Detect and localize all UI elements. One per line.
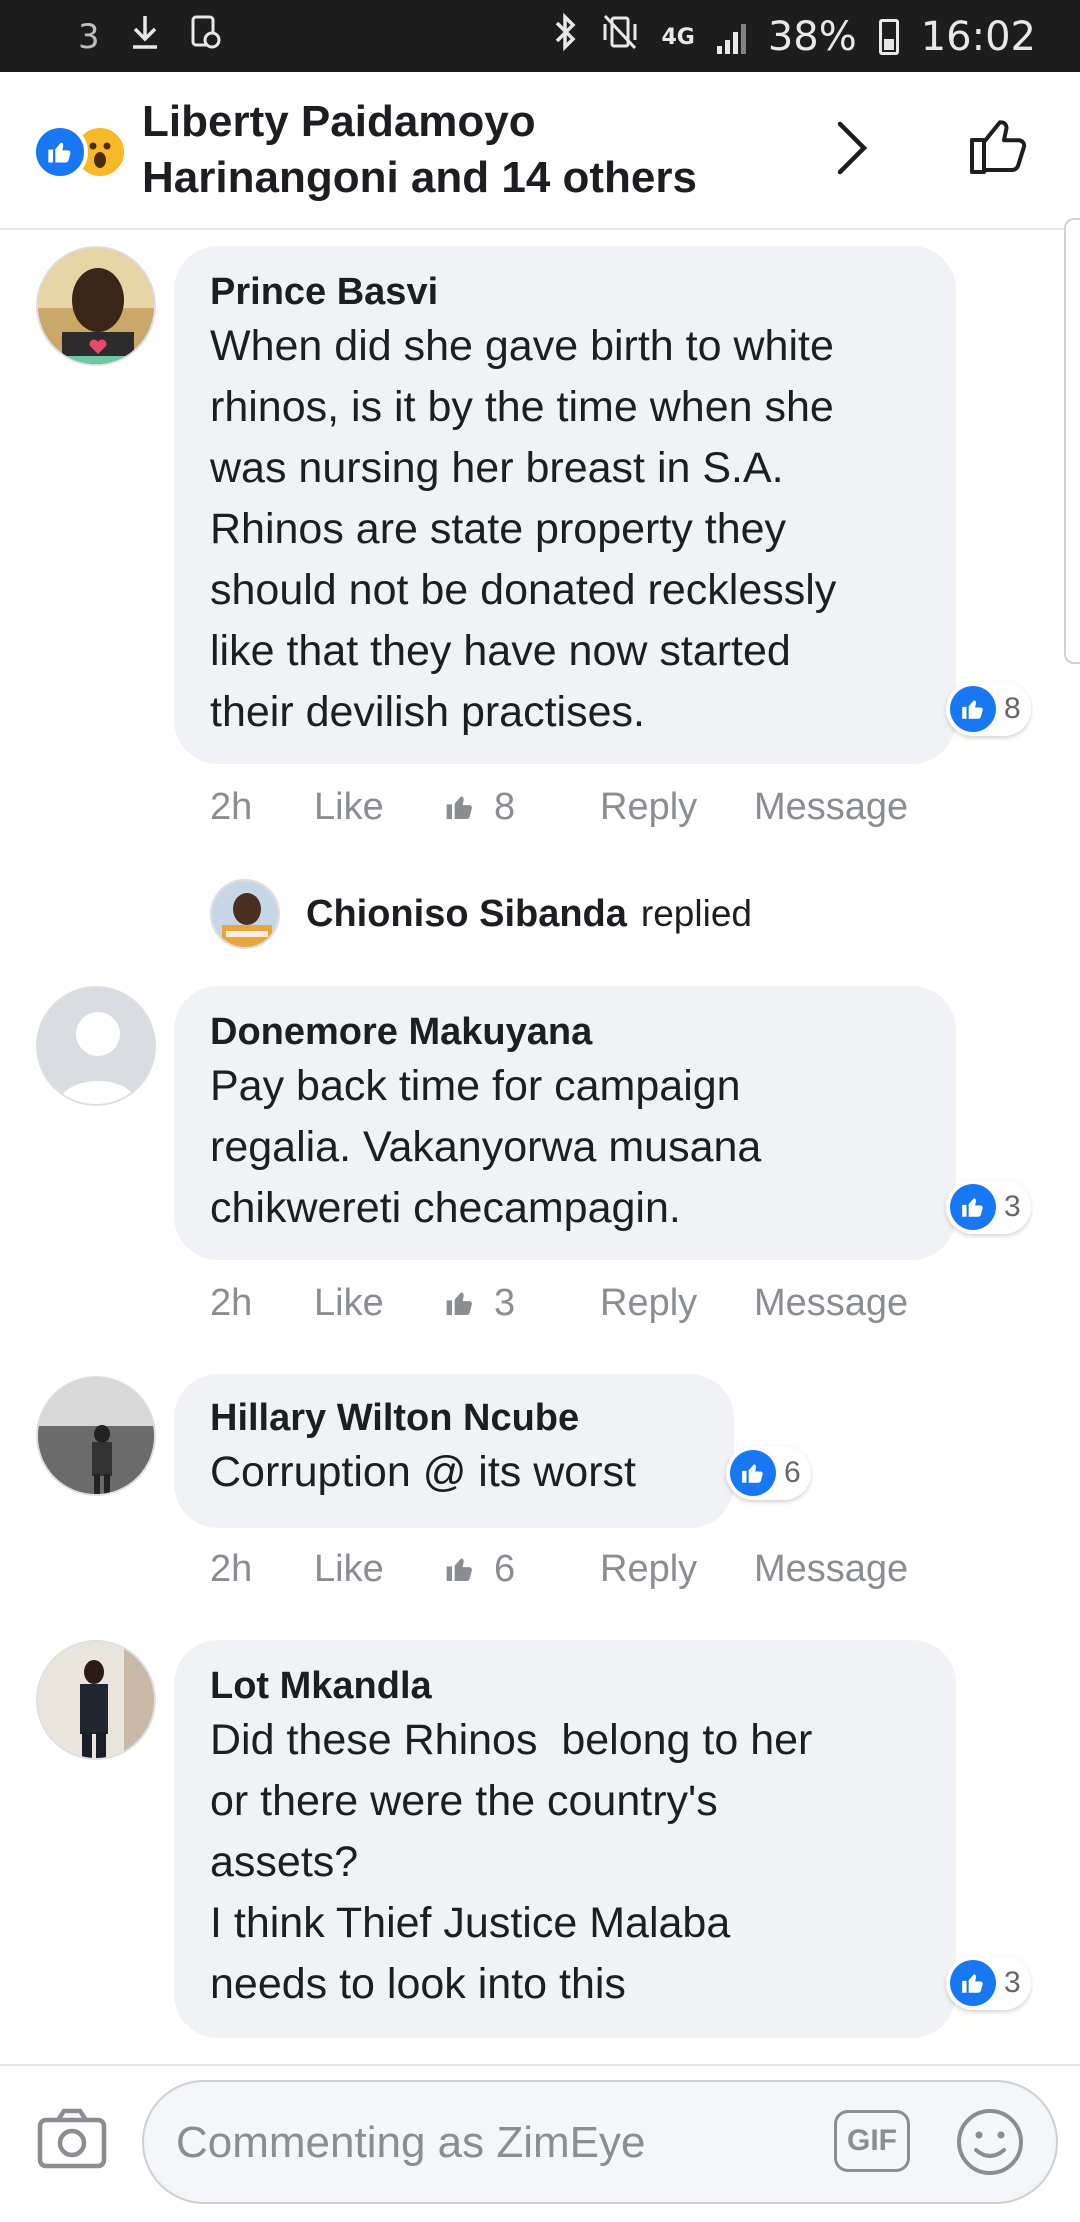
like-reaction-icon xyxy=(730,1450,776,1496)
message-link[interactable]: Message xyxy=(754,786,908,829)
comment-actions: 2h Like 8 Reply Message xyxy=(210,782,908,832)
reply-word: replied xyxy=(640,893,752,934)
like-count-number: 6 xyxy=(494,1547,516,1590)
comment-input-box[interactable]: GIF xyxy=(142,2080,1058,2204)
reply-link[interactable]: Reply xyxy=(600,786,754,829)
header-title[interactable]: Liberty Paidamoyo Harinangoni and 14 oth… xyxy=(142,94,782,206)
reaction-count: 8 xyxy=(1004,692,1021,725)
comment-text: When did she gave birth to white rhinos,… xyxy=(210,316,920,743)
like-count[interactable]: 3 xyxy=(444,1282,600,1325)
reaction-count: 3 xyxy=(1004,1966,1021,1999)
comment-bubble[interactable]: Hillary Wilton Ncube Corruption @ its wo… xyxy=(174,1374,734,1528)
comment-line: was nursing her breast in S.A. xyxy=(210,444,784,492)
reply-link[interactable]: Reply xyxy=(600,1282,754,1325)
comment-time: 2h xyxy=(210,1547,253,1590)
comment-line: Rhinos are state property they xyxy=(210,505,787,553)
comment-line: their devilish practises. xyxy=(210,688,645,736)
like-count-number: 3 xyxy=(494,1281,516,1324)
comment-line: I think Thief Justice Malaba xyxy=(210,1899,731,1947)
like-reaction-icon xyxy=(32,124,88,180)
like-count[interactable]: 8 xyxy=(444,786,600,829)
comment-line: assets? xyxy=(210,1838,359,1886)
comment-author[interactable]: Donemore Makuyana xyxy=(210,1008,920,1056)
avatar-donemore-makuyana[interactable] xyxy=(36,986,156,1106)
comment-line: Did these Rhinos belong to her xyxy=(210,1716,813,1764)
comment-line: like that they have now started xyxy=(210,627,791,675)
avatar-lot-mkandla[interactable] xyxy=(36,1640,156,1760)
like-reaction-icon xyxy=(950,1184,996,1230)
comment-actions: 2h Like 6 Reply Message xyxy=(210,1544,908,1594)
carrier-icon: 3 xyxy=(78,16,100,57)
like-count[interactable]: 6 xyxy=(444,1548,600,1591)
comment-author[interactable]: Lot Mkandla xyxy=(210,1662,920,1710)
comment-text: Pay back time for campaign regalia. Vaka… xyxy=(210,1056,920,1239)
comment-line: rhinos, is it by the time when she xyxy=(210,383,834,431)
comment-line: or there were the country's xyxy=(210,1777,718,1825)
comment-bubble[interactable]: Donemore Makuyana Pay back time for camp… xyxy=(174,986,956,1260)
like-reaction-icon xyxy=(950,686,996,732)
like-reaction-icon xyxy=(950,1960,996,2006)
comment-bubble[interactable]: Lot Mkandla Did these Rhinos belong to h… xyxy=(174,1640,956,2038)
comment-text: Did these Rhinos belong to her or there … xyxy=(210,1710,920,2015)
reaction-icons xyxy=(32,122,132,180)
thumbs-up-icon xyxy=(446,796,472,819)
reaction-count: 3 xyxy=(1004,1190,1021,1223)
reply-notice[interactable]: Chioniso Sibanda replied xyxy=(210,878,752,950)
avatar-hillary-wilton-ncube[interactable] xyxy=(36,1376,156,1496)
like-link[interactable]: Like xyxy=(314,1282,444,1325)
emoji-icon[interactable] xyxy=(954,2106,1026,2183)
comment-line: needs to look into this xyxy=(210,1960,626,2008)
message-link[interactable]: Message xyxy=(754,1282,908,1325)
clock: 16:02 xyxy=(920,14,1036,60)
avatar-prince-basvi[interactable] xyxy=(36,246,156,366)
comment-line: When did she gave birth to white xyxy=(210,322,834,370)
battery-percent: 38% xyxy=(767,14,857,60)
comment-time: 2h xyxy=(210,1281,253,1324)
status-bar: 3 4G 38% 16:02 xyxy=(0,0,1080,72)
comment-line: Pay back time for campaign xyxy=(210,1062,741,1110)
reactions-header[interactable]: Liberty Paidamoyo Harinangoni and 14 oth… xyxy=(0,72,1080,230)
comment-bubble[interactable]: Prince Basvi When did she gave birth to … xyxy=(174,246,956,764)
comment-author[interactable]: Hillary Wilton Ncube xyxy=(210,1394,698,1442)
like-count-number: 8 xyxy=(494,785,516,828)
reaction-count-pill[interactable]: 6 xyxy=(726,1446,811,1500)
comment-input[interactable] xyxy=(174,2110,838,2176)
comment-author[interactable]: Prince Basvi xyxy=(210,268,920,316)
reaction-count-pill[interactable]: 8 xyxy=(946,682,1031,736)
reply-author[interactable]: Chioniso Sibanda xyxy=(306,893,627,936)
comment-line: should not be donated recklessly xyxy=(210,566,837,614)
network-type-label: 4G xyxy=(661,24,695,50)
comment-line: chikwereti checampagin. xyxy=(210,1184,681,1232)
thumbs-up-icon xyxy=(446,1558,472,1581)
reply-link[interactable]: Reply xyxy=(600,1548,754,1591)
camera-icon[interactable] xyxy=(36,2106,108,2177)
bluetooth-icon xyxy=(553,12,579,62)
comment-time: 2h xyxy=(210,785,253,828)
message-link[interactable]: Message xyxy=(754,1548,908,1591)
reaction-count-pill[interactable]: 3 xyxy=(946,1180,1031,1234)
thumbs-up-icon[interactable] xyxy=(966,112,1032,183)
battery-icon xyxy=(878,19,899,55)
avatar-chioniso-sibanda[interactable] xyxy=(210,879,280,949)
download-icon xyxy=(130,14,160,59)
thumbs-up-icon xyxy=(446,1292,472,1315)
comment-actions: 2h Like 3 Reply Message xyxy=(210,1278,908,1328)
reaction-count: 6 xyxy=(784,1456,801,1489)
gif-button[interactable]: GIF xyxy=(834,2110,910,2172)
scroll-indicator[interactable] xyxy=(1064,218,1080,664)
mute-vibrate-icon xyxy=(601,12,639,62)
comment-text: Corruption @ its worst xyxy=(210,1442,698,1503)
chevron-right-icon[interactable] xyxy=(832,118,872,183)
signal-icon xyxy=(716,20,746,54)
reaction-count-pill[interactable]: 3 xyxy=(946,1956,1031,2010)
comment-line: Corruption @ its worst xyxy=(210,1448,636,1496)
like-link[interactable]: Like xyxy=(314,1548,444,1591)
like-link[interactable]: Like xyxy=(314,786,444,829)
comment-line: regalia. Vakanyorwa musana xyxy=(210,1123,762,1171)
screenshot-icon xyxy=(190,14,222,59)
